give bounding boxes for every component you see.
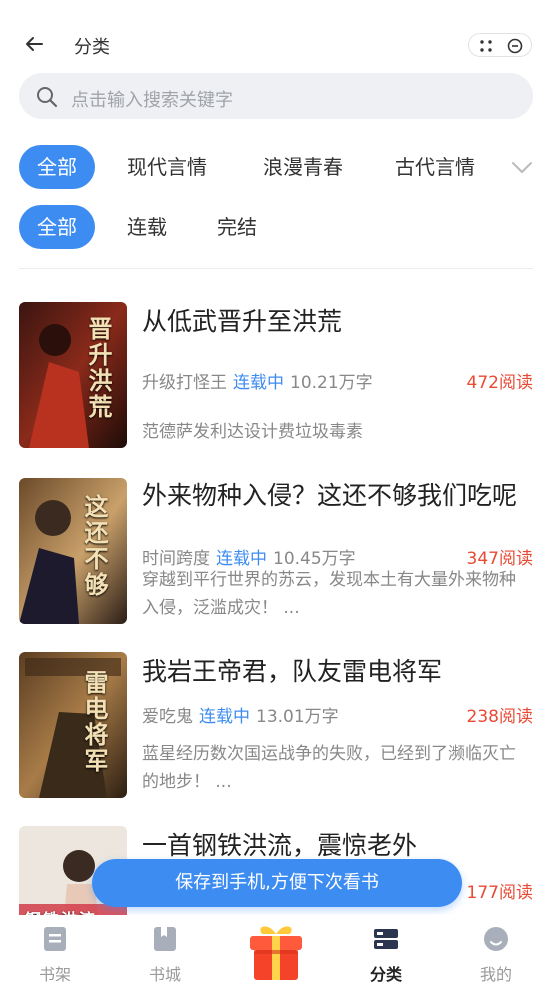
book-meta: 爱吃鬼 连载中 13.01万字 xyxy=(142,702,339,727)
tab-bookshelf[interactable]: 书架 xyxy=(10,915,100,989)
read-count: 472阅读 xyxy=(466,373,533,393)
tab-label: 我的 xyxy=(479,965,512,984)
tab-bookstore[interactable]: 书城 xyxy=(120,915,210,989)
category-icon xyxy=(374,929,398,949)
book-word-count: 10.21万字 xyxy=(290,373,373,393)
tab-profile[interactable]: 我的 xyxy=(451,915,541,989)
book-word-count: 13.01万字 xyxy=(256,707,339,727)
cover-title: 这还不够 xyxy=(80,494,108,598)
bookstore-icon xyxy=(154,927,176,951)
search-bar[interactable]: 点击输入搜索关键字 xyxy=(19,73,533,119)
book-title[interactable]: 外来物种入侵？这还不够我们吃呢 xyxy=(142,480,532,512)
status-tab-all[interactable]: 全部 xyxy=(19,205,95,249)
cover-title: 晋升洪荒 xyxy=(84,316,112,420)
status-tab-completed[interactable]: 完结 xyxy=(217,205,257,249)
book-cover[interactable]: 雷电将军 xyxy=(19,652,127,798)
genre-filter-row: 全部 现代言情 浪漫青春 古代言情 xyxy=(0,145,552,191)
book-cover[interactable]: 晋升洪荒 xyxy=(19,302,127,448)
close-app-icon[interactable] xyxy=(507,38,523,54)
page-title: 分类 xyxy=(74,37,110,58)
book-status: 连载中 xyxy=(199,707,250,727)
tab-label: 分类 xyxy=(369,965,402,984)
book-description: 范德萨发利达设计费垃圾毒素 xyxy=(142,422,363,442)
book-item[interactable]: 晋升洪荒 从低武晋升至洪荒 升级打怪王 连载中 10.21万字 472阅读 范德萨发… xyxy=(0,302,552,452)
back-arrow-icon[interactable] xyxy=(22,32,46,56)
book-status: 连载中 xyxy=(233,373,284,393)
divider xyxy=(19,268,533,269)
book-title[interactable]: 一首钢铁洪流，震惊老外 xyxy=(142,830,532,862)
book-title[interactable]: 从低武晋升至洪荒 xyxy=(142,306,532,338)
tab-label: 书城 xyxy=(148,965,181,984)
genre-tab-ancient-romance[interactable]: 古代言情 xyxy=(395,145,475,189)
read-count: 177阅读 xyxy=(466,883,533,903)
read-count: 238阅读 xyxy=(466,707,533,727)
book-item[interactable]: 雷电将军 我岩王帝君，队友雷电将军 爱吃鬼 连载中 13.01万字 238阅读 蓝星… xyxy=(0,652,552,802)
genre-tab-all[interactable]: 全部 xyxy=(19,145,95,189)
profile-icon xyxy=(484,927,508,951)
tab-category[interactable]: 分类 xyxy=(341,915,431,989)
search-icon xyxy=(37,87,58,108)
search-placeholder: 点击输入搜索关键字 xyxy=(71,90,233,111)
book-cover[interactable]: 这还不够 xyxy=(19,478,127,624)
book-author: 爱吃鬼 xyxy=(142,707,193,727)
top-header: 分类 xyxy=(0,0,552,70)
status-filter-row: 全部 连载 完结 xyxy=(0,205,552,251)
bookshelf-icon xyxy=(44,927,66,951)
status-tab-serializing[interactable]: 连载 xyxy=(127,205,167,249)
genre-tab-youth-romance[interactable]: 浪漫青春 xyxy=(263,145,343,189)
mini-program-capsule xyxy=(468,33,532,57)
tab-label: 书架 xyxy=(38,965,71,984)
save-to-phone-banner[interactable]: 保存到手机,方便下次看书 xyxy=(92,859,462,907)
gift-box-icon[interactable] xyxy=(244,920,308,984)
more-dots-icon[interactable] xyxy=(479,39,493,53)
cover-title: 钢铁洪流 xyxy=(25,906,97,915)
cover-title: 雷电将军 xyxy=(80,670,108,774)
chevron-down-icon[interactable] xyxy=(510,157,534,177)
book-description: 穿越到平行世界的苏云，发现本土有大量外来物种入侵，泛滥成灾！ ... xyxy=(142,570,516,618)
book-author: 升级打怪王 xyxy=(142,373,227,393)
book-meta: 升级打怪王 连载中 10.21万字 xyxy=(142,368,373,393)
genre-tab-modern-romance[interactable]: 现代言情 xyxy=(127,145,207,189)
book-description: 蓝星经历数次国运战争的失败，已经到了濒临灭亡的地步！ ... xyxy=(142,744,516,792)
book-title[interactable]: 我岩王帝君，队友雷电将军 xyxy=(142,656,532,688)
book-item[interactable]: 这还不够 外来物种入侵？这还不够我们吃呢 时间跨度 连载中 10.45万字 347阅… xyxy=(0,478,552,628)
